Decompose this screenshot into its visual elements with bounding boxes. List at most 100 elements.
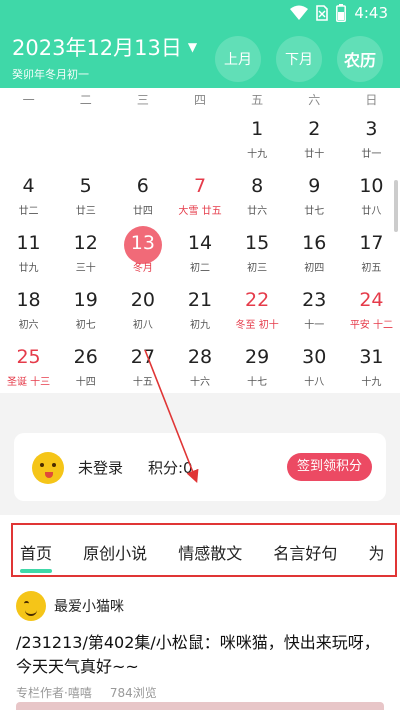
day-number: 30	[302, 346, 327, 368]
author-name[interactable]: 最爱小猫咪	[54, 596, 124, 616]
lunar-day-label: 初三	[247, 263, 268, 274]
post-thumbnail[interactable]	[16, 702, 384, 710]
lunar-day-label: 廿三	[75, 206, 96, 217]
scroll-indicator	[394, 180, 398, 232]
day-number: 20	[130, 289, 155, 311]
calendar-day[interactable]: 14 初二	[171, 224, 228, 281]
weekday-header: 一 二 三 四 五 六 日	[0, 88, 400, 110]
post-title[interactable]: /231213/第402集/小松鼠：咪咪猫，快出来玩呀，今天天气真好~~	[16, 631, 386, 679]
tab-home[interactable]: 首页	[20, 540, 53, 573]
calendar-day[interactable]: 1 十九	[229, 110, 286, 167]
lunar-day-label: 廿八	[361, 206, 382, 217]
day-number: 21	[187, 289, 213, 311]
calendar-day[interactable]: 28 十六	[171, 338, 228, 395]
calendar-day[interactable]: 25 圣诞 十三	[0, 338, 57, 395]
calendar-day[interactable]: 27 十五	[114, 338, 171, 395]
day-number: 19	[73, 289, 98, 311]
calendar-day[interactable]: 5 廿三	[57, 167, 114, 224]
calendar-day[interactable]: 23 十一	[286, 281, 343, 338]
day-number: 23	[302, 289, 327, 311]
prev-month-button[interactable]: 上月	[215, 36, 261, 82]
calendar-day[interactable]: 9 廿七	[286, 167, 343, 224]
date-picker-title[interactable]: 2023年12月13日 ▼	[12, 32, 197, 62]
calendar-day[interactable]: 15 初三	[229, 224, 286, 281]
calendar-empty-cell	[0, 110, 57, 167]
lunar-day-label: 廿十	[304, 149, 325, 160]
lunar-day-label: 廿九	[18, 263, 39, 274]
calendar-day[interactable]: 24 平安 十二	[343, 281, 400, 338]
app-header: 4:43 2023年12月13日 ▼ 癸卯年冬月初一 上月 下月 农历	[0, 0, 400, 88]
calendar-day[interactable]: 16 初四	[286, 224, 343, 281]
weekday-label: 日	[365, 92, 378, 107]
day-number: 16	[302, 232, 327, 254]
current-date: 2023年12月13日	[12, 36, 182, 60]
lunar-calendar-button[interactable]: 农历	[337, 36, 383, 82]
sim-icon	[316, 5, 329, 21]
calendar-day[interactable]: 13 冬月	[114, 224, 171, 281]
day-number: 9	[308, 175, 321, 197]
sign-in-points-button[interactable]: 签到领积分	[286, 453, 372, 481]
calendar-day[interactable]: 6 廿四	[114, 167, 171, 224]
day-number	[114, 116, 171, 142]
clock-time: 4:43	[354, 4, 388, 22]
next-month-button[interactable]: 下月	[276, 36, 322, 82]
day-number: 27	[130, 346, 155, 368]
battery-icon	[336, 4, 347, 22]
day-number: 24	[359, 289, 384, 311]
calendar-day[interactable]: 22 冬至 初十	[229, 281, 286, 338]
calendar-day[interactable]: 3 廿一	[343, 110, 400, 167]
calendar-day[interactable]: 29 十七	[229, 338, 286, 395]
lunar-day-label: 十九	[361, 377, 382, 388]
lunar-date-subtitle: 癸卯年冬月初一	[12, 68, 89, 81]
day-number: 25	[16, 346, 41, 368]
calendar-day[interactable]: 11 廿九	[0, 224, 57, 281]
lunar-day-label: 冬月	[132, 263, 153, 274]
calendar-day[interactable]: 21 初九	[171, 281, 228, 338]
user-points-card: 未登录 积分:0 签到领积分	[14, 433, 386, 501]
calendar-day[interactable]: 17 初五	[343, 224, 400, 281]
tab-famous-quotes[interactable]: 名言好句	[273, 540, 337, 564]
day-number: 13	[130, 232, 155, 254]
lunar-day-label: 平安 十二	[349, 320, 393, 331]
calendar-empty-cell	[171, 110, 228, 167]
day-number	[57, 116, 114, 142]
calendar-day[interactable]: 19 初七	[57, 281, 114, 338]
calendar-empty-cell	[57, 110, 114, 167]
tab-emotional-prose[interactable]: 情感散文	[178, 540, 242, 564]
lunar-day-label: 初七	[75, 320, 96, 331]
calendar-day[interactable]: 8 廿六	[229, 167, 286, 224]
login-status[interactable]: 未登录	[78, 457, 123, 478]
lunar-day-label: 冬至 初十	[235, 320, 279, 331]
calendar-day[interactable]: 7 大雪 廿五	[171, 167, 228, 224]
calendar-day[interactable]: 20 初八	[114, 281, 171, 338]
content-panel: 首页 原创小说 情感散文 名言好句 为 最爱小猫咪 /231213/第402集/…	[0, 515, 400, 710]
calendar-day[interactable]: 12 三十	[57, 224, 114, 281]
calendar-day[interactable]: 26 十四	[57, 338, 114, 395]
calendar-day[interactable]: 4 廿二	[0, 167, 57, 224]
day-number: 26	[73, 346, 98, 368]
day-number: 22	[245, 289, 270, 311]
avatar[interactable]	[16, 591, 46, 621]
lunar-day-label: 圣诞 十三	[6, 377, 51, 388]
day-number	[171, 116, 228, 142]
calendar-day[interactable]: 31 十九	[343, 338, 400, 395]
tab-more[interactable]: 为	[368, 540, 384, 564]
lunar-day-label: 初六	[18, 320, 39, 331]
author-row: 最爱小猫咪	[16, 591, 386, 621]
day-number: 7	[193, 175, 207, 197]
calendar-day[interactable]: 2 廿十	[286, 110, 343, 167]
post-card[interactable]: 最爱小猫咪 /231213/第402集/小松鼠：咪咪猫，快出来玩呀，今天天气真好…	[16, 591, 386, 701]
status-bar: 4:43	[0, 0, 400, 28]
weekday-label: 四	[193, 92, 206, 107]
wifi-icon	[290, 5, 309, 20]
caret-down-icon: ▼	[187, 40, 198, 54]
calendar-day[interactable]: 18 初六	[0, 281, 57, 338]
lunar-day-label: 廿二	[18, 206, 39, 217]
tab-original-novels[interactable]: 原创小说	[83, 540, 147, 564]
calendar-day[interactable]: 30 十八	[286, 338, 343, 395]
day-number: 18	[16, 289, 41, 311]
calendar-day[interactable]: 10 廿八	[343, 167, 400, 224]
calendar-grid: 1 十九 2 廿十 3 廿一 4 廿二 5 廿三 6 廿四 7 大雪 廿五 8 廿六 9 廿七 10 廿八 11 廿九 12…	[0, 110, 400, 395]
lunar-day-label: 十六	[189, 377, 210, 388]
calendar-month-view: 一 二 三 四 五 六 日 1 十九 2 廿十 3 廿一 4 廿二 5 廿三 6 廿四 7 大雪 廿五 8 廿…	[0, 88, 400, 393]
